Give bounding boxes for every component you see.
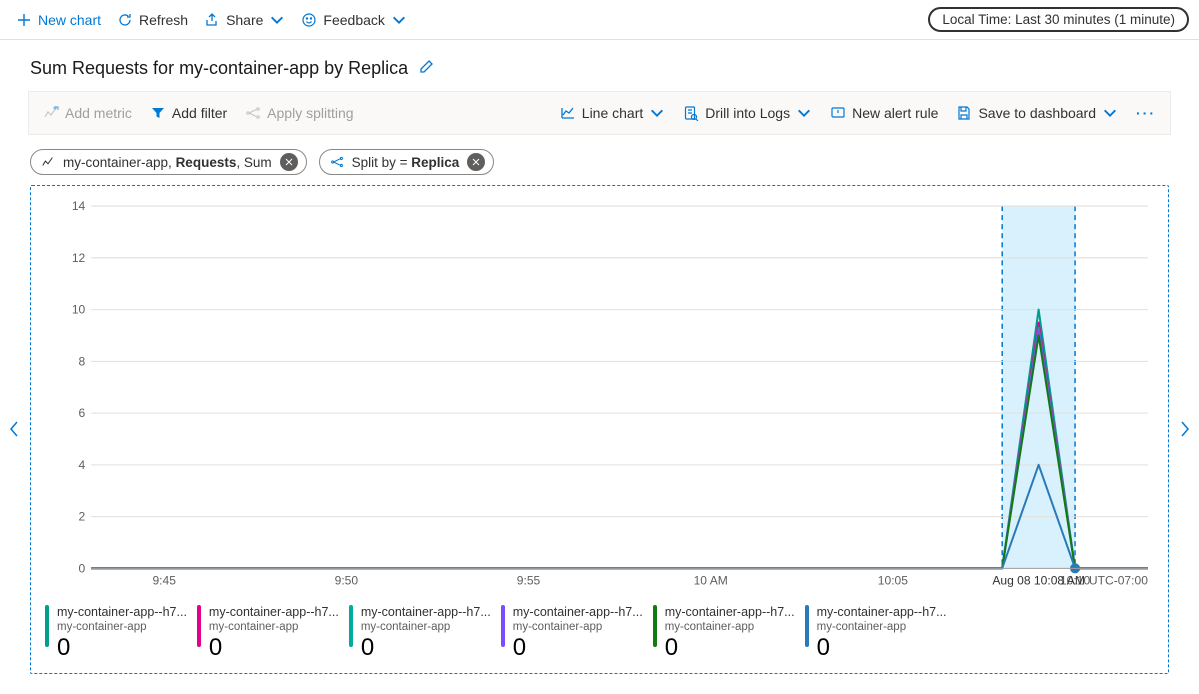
svg-text:9:50: 9:50 — [335, 573, 359, 587]
legend-series-value: 0 — [361, 633, 491, 663]
save-to-dashboard-button[interactable]: Save to dashboard — [948, 101, 1126, 125]
svg-text:8: 8 — [79, 354, 86, 368]
save-icon — [956, 105, 972, 121]
time-range-picker[interactable]: Local Time: Last 30 minutes (1 minute) — [928, 7, 1189, 32]
legend-series-value: 0 — [513, 633, 643, 663]
split-pill-text: Split by = Replica — [352, 155, 460, 170]
split-pill[interactable]: Split by = Replica — [319, 149, 495, 175]
filter-icon — [150, 105, 166, 121]
split-icon — [330, 155, 344, 169]
legend-series-value: 0 — [209, 633, 339, 663]
alert-icon — [830, 105, 846, 121]
legend-swatch — [805, 605, 809, 647]
chevron-down-icon — [391, 12, 407, 28]
chevron-down-icon — [1102, 105, 1118, 121]
refresh-icon — [117, 12, 133, 28]
share-button[interactable]: Share — [198, 8, 291, 32]
legend-item[interactable]: my-container-app--h7...my-container-app0 — [649, 603, 799, 665]
svg-text:10:05: 10:05 — [878, 573, 908, 587]
legend-series-value: 0 — [817, 633, 947, 663]
legend-series-value: 0 — [665, 633, 795, 663]
metric-icon — [41, 155, 55, 169]
chevron-down-icon — [796, 105, 812, 121]
svg-text:0: 0 — [79, 561, 86, 575]
legend-swatch — [349, 605, 353, 647]
svg-text:UTC-07:00: UTC-07:00 — [1089, 573, 1148, 587]
split-icon — [245, 105, 261, 121]
apply-splitting-button[interactable]: Apply splitting — [237, 101, 361, 125]
legend-series-name: my-container-app--h7... — [665, 605, 795, 621]
metric-pill[interactable]: my-container-app, Requests, Sum — [30, 149, 307, 175]
svg-text:2: 2 — [79, 510, 86, 524]
line-chart-canvas: 024681012149:459:509:5510 AM10:0510:10Au… — [41, 196, 1158, 599]
new-alert-rule-button[interactable]: New alert rule — [822, 101, 946, 125]
new-chart-button[interactable]: New chart — [10, 8, 107, 32]
line-chart-icon — [560, 105, 576, 121]
chart-title: Sum Requests for my-container-app by Rep… — [30, 58, 408, 79]
svg-text:Aug 08 10:08 AM: Aug 08 10:08 AM — [992, 573, 1085, 587]
edit-icon — [418, 59, 434, 75]
chart-legend: my-container-app--h7...my-container-app0… — [41, 603, 1158, 665]
share-icon — [204, 12, 220, 28]
metric-pill-text: my-container-app, Requests, Sum — [63, 155, 272, 170]
chart-type-selector[interactable]: Line chart — [552, 101, 673, 125]
add-metric-button[interactable]: Add metric — [35, 101, 140, 125]
svg-text:14: 14 — [72, 199, 86, 213]
refresh-label: Refresh — [139, 12, 188, 28]
close-icon — [284, 157, 294, 167]
logs-icon — [683, 105, 699, 121]
legend-swatch — [197, 605, 201, 647]
edit-title-button[interactable] — [418, 59, 434, 78]
add-metric-icon — [43, 105, 59, 121]
legend-item[interactable]: my-container-app--h7...my-container-app0 — [345, 603, 495, 665]
chevron-right-icon — [1178, 420, 1192, 438]
smiley-icon — [301, 12, 317, 28]
legend-series-name: my-container-app--h7... — [57, 605, 187, 621]
more-actions-button[interactable]: ··· — [1128, 101, 1164, 125]
chart-frame[interactable]: 024681012149:459:509:5510 AM10:0510:10Au… — [30, 185, 1169, 674]
new-chart-label: New chart — [38, 12, 101, 28]
plus-icon — [16, 12, 32, 28]
chevron-down-icon — [649, 105, 665, 121]
legend-series-name: my-container-app--h7... — [817, 605, 947, 621]
legend-series-name: my-container-app--h7... — [209, 605, 339, 621]
chevron-left-icon — [7, 420, 21, 438]
drill-into-logs-button[interactable]: Drill into Logs — [675, 101, 820, 125]
selection-pills: my-container-app, Requests, Sum Split by… — [0, 135, 1199, 185]
svg-text:10: 10 — [72, 303, 86, 317]
legend-swatch — [501, 605, 505, 647]
legend-swatch — [45, 605, 49, 647]
next-chart-button[interactable] — [1171, 420, 1199, 438]
svg-text:10 AM: 10 AM — [694, 573, 728, 587]
svg-text:12: 12 — [72, 251, 86, 265]
remove-split-pill[interactable] — [467, 153, 485, 171]
close-icon — [471, 157, 481, 167]
legend-series-value: 0 — [57, 633, 187, 663]
legend-item[interactable]: my-container-app--h7...my-container-app0 — [193, 603, 343, 665]
chevron-down-icon — [269, 12, 285, 28]
legend-item[interactable]: my-container-app--h7...my-container-app0 — [41, 603, 191, 665]
svg-text:9:45: 9:45 — [152, 573, 176, 587]
svg-text:6: 6 — [79, 406, 86, 420]
share-label: Share — [226, 12, 263, 28]
refresh-button[interactable]: Refresh — [111, 8, 194, 32]
top-command-bar: New chart Refresh Share Feedback Local T… — [0, 0, 1199, 40]
legend-series-name: my-container-app--h7... — [361, 605, 491, 621]
add-filter-button[interactable]: Add filter — [142, 101, 235, 125]
legend-item[interactable]: my-container-app--h7...my-container-app0 — [801, 603, 951, 665]
remove-metric-pill[interactable] — [280, 153, 298, 171]
prev-chart-button[interactable] — [0, 420, 28, 438]
legend-swatch — [653, 605, 657, 647]
legend-series-name: my-container-app--h7... — [513, 605, 643, 621]
chart-title-row: Sum Requests for my-container-app by Rep… — [0, 40, 1199, 91]
chart-toolbar: Add metric Add filter Apply splitting Li… — [28, 91, 1171, 135]
svg-text:9:55: 9:55 — [517, 573, 541, 587]
feedback-button[interactable]: Feedback — [295, 8, 412, 32]
svg-text:4: 4 — [79, 458, 86, 472]
chart-area: 024681012149:459:509:5510 AM10:0510:10Au… — [0, 185, 1199, 674]
feedback-label: Feedback — [323, 12, 384, 28]
legend-item[interactable]: my-container-app--h7...my-container-app0 — [497, 603, 647, 665]
